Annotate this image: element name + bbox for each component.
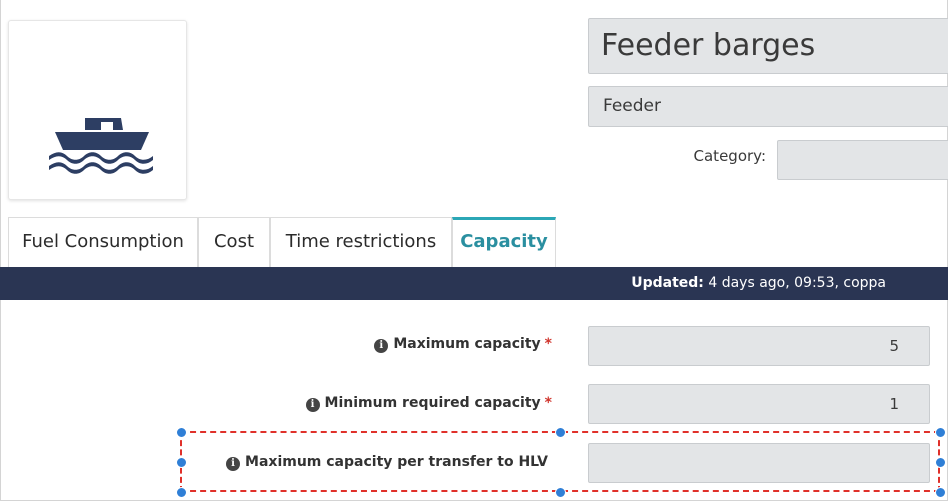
max-capacity-label-text: Maximum capacity (393, 336, 541, 352)
resize-handle-bottom[interactable] (555, 487, 566, 498)
category-field[interactable] (777, 140, 948, 180)
max-capacity-input[interactable]: 5 (588, 326, 930, 366)
selection-highlight (180, 431, 940, 492)
updated-bar: Updated: 4 days ago, 09:53, coppa (0, 267, 948, 300)
resize-handle-bottom-left[interactable] (176, 487, 187, 498)
resize-handle-bottom-right[interactable] (935, 487, 946, 498)
resize-handle-right[interactable] (935, 457, 946, 468)
tab-cost[interactable]: Cost (198, 217, 270, 267)
ship-icon (49, 118, 153, 174)
max-capacity-label: i Maximum capacity * (374, 336, 552, 353)
info-icon[interactable]: i (305, 398, 320, 412)
vessel-logo-card (8, 20, 187, 200)
required-marker: * (544, 395, 552, 411)
min-capacity-label-text: Minimum required capacity (324, 395, 541, 411)
min-capacity-label: i Minimum required capacity * (305, 395, 552, 412)
tab-time-restrictions[interactable]: Time restrictions (270, 217, 452, 267)
vessel-type-field[interactable]: Feeder (588, 86, 948, 127)
tab-capacity[interactable]: Capacity (452, 217, 556, 267)
min-capacity-input[interactable]: 1 (588, 384, 930, 424)
resize-handle-left[interactable] (176, 457, 187, 468)
updated-value: 4 days ago, 09:53, coppa (708, 275, 886, 291)
required-marker: * (544, 336, 552, 352)
resize-handle-top-left[interactable] (176, 427, 187, 438)
resize-handle-top-right[interactable] (935, 427, 946, 438)
updated-label: Updated: (631, 275, 704, 291)
updated-info: Updated: 4 days ago, 09:53, coppa (631, 275, 886, 291)
category-label: Category: (693, 147, 766, 165)
resize-handle-top[interactable] (555, 427, 566, 438)
tab-fuel-consumption[interactable]: Fuel Consumption (8, 217, 198, 267)
info-icon[interactable]: i (374, 339, 389, 353)
vessel-name-field[interactable]: Feeder barges (588, 18, 948, 74)
